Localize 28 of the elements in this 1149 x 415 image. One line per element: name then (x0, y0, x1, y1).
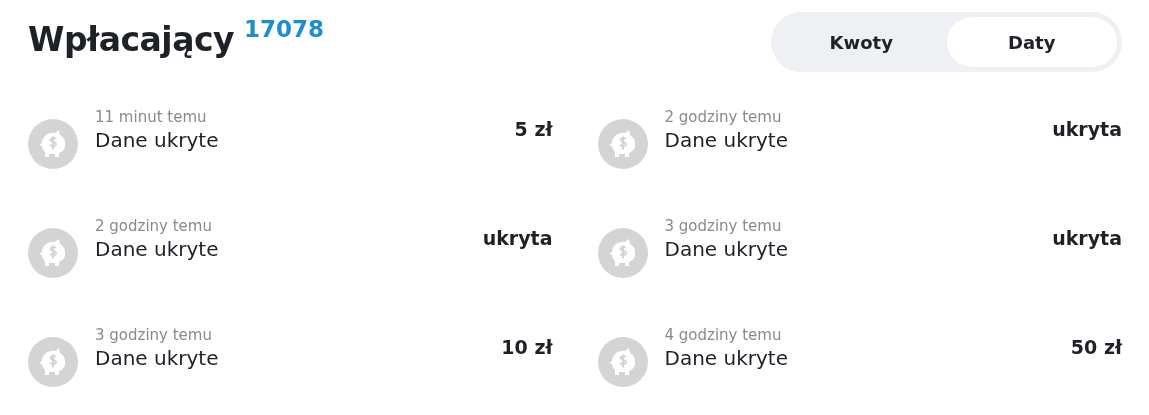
section-title: Wpłacający (28, 20, 235, 59)
piggy-bank-icon (28, 119, 78, 169)
donation-amount: ukryta (1052, 117, 1122, 140)
piggy-bank-icon (28, 337, 78, 387)
piggy-bank-icon (597, 337, 648, 387)
piggy-bank-icon (28, 228, 78, 278)
donation-time: 3 godziny temu (664, 217, 783, 235)
piggy-bank-icon (597, 119, 648, 169)
donation-time: 2 godziny temu (95, 217, 213, 235)
donor-name: Dane ukryte (95, 346, 220, 370)
donation-time: 4 godziny temu (664, 326, 783, 344)
donor-name: Dane ukryte (664, 237, 789, 261)
piggy-bank-icon (597, 228, 648, 278)
sort-tab[interactable]: Daty (946, 17, 1117, 67)
donor-name: Dane ukryte (664, 128, 789, 152)
donor-name: Dane ukryte (664, 346, 789, 370)
donor-count: 17078 (244, 16, 325, 42)
donation-amount: 50 zł (1070, 335, 1122, 358)
donation-amount: 5 zł (514, 117, 553, 140)
donation-time: 2 godziny temu (664, 108, 783, 126)
sort-tab[interactable]: Kwoty (776, 17, 947, 67)
donation-amount: ukryta (1052, 226, 1122, 249)
donation-time: 11 minut temu (95, 108, 208, 126)
donor-name: Dane ukryte (95, 128, 220, 152)
donation-time: 3 godziny temu (95, 326, 213, 344)
donation-amount: ukryta (482, 226, 553, 249)
donation-amount: 10 zł (501, 335, 553, 358)
donor-name: Dane ukryte (95, 237, 220, 261)
